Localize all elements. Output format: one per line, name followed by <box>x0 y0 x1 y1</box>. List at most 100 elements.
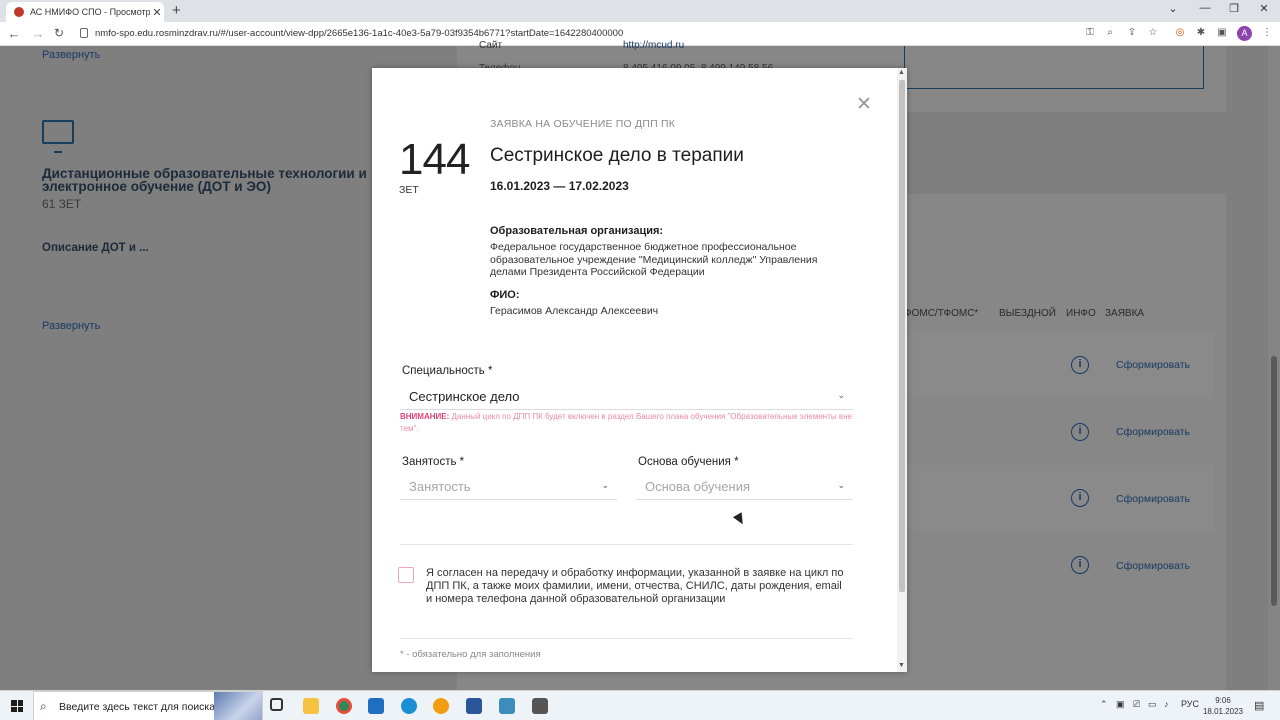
taskbar-search[interactable]: ⌕ Введите здесь текст для поиска <box>33 691 263 720</box>
generate-link[interactable]: Сформировать <box>1116 426 1190 438</box>
generate-link[interactable]: Сформировать <box>1116 359 1190 371</box>
clock-date: 18.01.2023 <box>1202 707 1244 716</box>
col-header-foms: ФОМС/ТФОМС* <box>904 308 979 319</box>
info-icon[interactable]: i <box>1071 356 1089 374</box>
tab-search-chevron-icon[interactable]: ⌄ <box>1163 2 1183 15</box>
basis-select[interactable]: Основа обучения ⌄ <box>636 474 853 500</box>
chevron-down-icon: ⌄ <box>837 390 845 400</box>
expand-link-bottom[interactable]: Развернуть <box>42 320 100 332</box>
warning-prefix: ВНИМАНИЕ: <box>400 412 450 421</box>
sidebar-icon[interactable]: ▣ <box>1215 27 1229 41</box>
application-modal: ✕ ЗАЯВКА НА ОБУЧЕНИЕ ПО ДПП ПК 144 ЗЕТ С… <box>372 68 907 672</box>
col-header-request: ЗАЯВКА <box>1105 308 1145 319</box>
modal-scrollbar[interactable]: ▲ ▼ <box>897 68 907 672</box>
zet-label: ЗЕТ <box>399 184 419 196</box>
windows-start-icon[interactable] <box>11 700 23 712</box>
section-zet: 61 ЗЕТ <box>42 197 82 211</box>
share-icon[interactable]: ⇪ <box>1125 27 1139 41</box>
required-note: * - обязательно для заполнения <box>400 649 541 660</box>
battery-icon[interactable]: ▭ <box>1148 699 1157 710</box>
task-view-icon[interactable] <box>270 698 283 711</box>
program-dates: 16.01.2023 — 17.02.2023 <box>490 179 629 193</box>
basis-placeholder: Основа обучения <box>645 479 750 494</box>
expand-link-top[interactable]: Развернуть <box>42 49 100 61</box>
fio-value: Герасимов Александр Алексеевич <box>490 305 659 317</box>
key-icon[interactable]: ⚿ <box>1083 27 1097 41</box>
page-scrollbar[interactable] <box>1268 46 1280 690</box>
browser-tab-bar: АС НМИФО СПО - Просмотр Д ✕ + ⌄ — ❐ ✕ <box>0 0 1280 22</box>
generate-link[interactable]: Сформировать <box>1116 560 1190 572</box>
window-close-button[interactable]: ✕ <box>1254 2 1274 15</box>
program-title: Сестринское дело в терапии <box>490 145 744 166</box>
taskbar-clock[interactable]: 9:06 18.01.2023 <box>1198 695 1248 717</box>
chevron-down-icon: ⌄ <box>837 480 845 490</box>
modal-scrollbar-thumb[interactable] <box>899 80 905 592</box>
info-icon[interactable]: i <box>1071 489 1089 507</box>
browser-app-icon[interactable] <box>433 698 449 714</box>
search-highlight-image <box>214 692 262 720</box>
site-favicon-icon <box>14 7 24 17</box>
site-link[interactable]: http://mcud.ru <box>623 40 684 51</box>
zoom-icon[interactable]: ⌕ <box>1103 27 1117 41</box>
app-icon[interactable] <box>532 698 548 714</box>
edge-icon[interactable] <box>401 698 417 714</box>
employment-select[interactable]: Занятость ⌄ <box>400 474 617 500</box>
language-indicator[interactable]: РУС <box>1181 699 1199 709</box>
file-explorer-icon[interactable] <box>303 698 319 714</box>
forward-arrow-icon[interactable]: → <box>30 26 46 41</box>
modal-kicker: ЗАЯВКА НА ОБУЧЕНИЕ ПО ДПП ПК <box>490 118 676 130</box>
url-field[interactable]: nmfo-spo.edu.rosminzdrav.ru/#/user-accou… <box>95 28 623 39</box>
warning-message: ВНИМАНИЕ: Данный цикл по ДПП ПК будет вк… <box>400 411 855 435</box>
profile-avatar[interactable]: A <box>1237 26 1252 41</box>
clock-time: 9:06 <box>1215 696 1231 705</box>
warning-text: Данный цикл по ДПП ПК будет включен в ра… <box>400 412 852 433</box>
org-label: Образовательная организация: <box>490 225 664 237</box>
basis-label: Основа обучения * <box>638 456 739 468</box>
restore-button[interactable]: ❐ <box>1224 2 1244 15</box>
consent-checkbox[interactable] <box>398 567 414 583</box>
generate-link[interactable]: Сформировать <box>1116 493 1190 505</box>
remote-desktop-icon[interactable] <box>499 698 515 714</box>
org-value: Федеральное государственное бюджетное пр… <box>490 241 818 278</box>
description-text: Описание ДОТ и ... <box>42 242 149 254</box>
chrome-icon[interactable] <box>336 698 352 714</box>
lock-icon[interactable] <box>80 28 88 38</box>
tray-chevron-icon[interactable]: ⌃ <box>1100 699 1108 710</box>
tab-close-icon[interactable]: ✕ <box>150 6 164 19</box>
employment-label: Занятость * <box>402 456 465 468</box>
consent-text: Я согласен на передачу и обработку инфор… <box>426 567 844 605</box>
scroll-down-icon[interactable]: ▼ <box>898 662 905 669</box>
usb-icon[interactable]: ⎚ <box>1133 699 1140 710</box>
bookmark-star-icon[interactable]: ☆ <box>1146 27 1160 41</box>
contacts-box <box>904 46 1204 89</box>
close-icon[interactable]: ✕ <box>856 93 872 116</box>
specialty-select[interactable]: Сестринское дело ⌄ <box>400 384 853 410</box>
scroll-up-icon[interactable]: ▲ <box>898 69 905 76</box>
minimize-button[interactable]: — <box>1195 2 1215 14</box>
windows-taskbar: ⌕ Введите здесь текст для поиска ⌃ ▣ ⎚ ▭… <box>0 690 1280 720</box>
reload-icon[interactable]: ↻ <box>51 26 67 40</box>
specialty-label: Специальность * <box>402 365 493 377</box>
mail-icon[interactable] <box>368 698 384 714</box>
back-arrow-icon[interactable]: ← <box>6 26 22 41</box>
notifications-icon[interactable]: ▤ <box>1254 699 1264 712</box>
search-icon: ⌕ <box>40 699 47 713</box>
fio-label: ФИО: <box>490 289 520 301</box>
info-icon[interactable]: i <box>1071 556 1089 574</box>
volume-icon[interactable]: ♪ <box>1164 699 1169 709</box>
word-icon[interactable] <box>466 698 482 714</box>
taskbar-search-placeholder: Введите здесь текст для поиска <box>59 701 216 713</box>
browser-tab[interactable]: АС НМИФО СПО - Просмотр Д ✕ <box>6 2 164 22</box>
col-header-visiting: ВЫЕЗДНОЙ <box>999 308 1056 319</box>
menu-kebab-icon[interactable]: ⋮ <box>1260 27 1274 41</box>
specialty-value: Сестринское дело <box>409 389 520 404</box>
extension-icon[interactable]: ◎ <box>1173 27 1187 41</box>
divider <box>400 638 853 639</box>
puzzle-icon[interactable]: ✱ <box>1194 27 1208 41</box>
site-label: Сайт <box>479 40 503 51</box>
page-scrollbar-thumb[interactable] <box>1271 356 1277 606</box>
new-tab-button[interactable]: + <box>172 2 181 19</box>
divider <box>400 544 853 545</box>
tray-app-icon[interactable]: ▣ <box>1116 699 1125 710</box>
info-icon[interactable]: i <box>1071 423 1089 441</box>
